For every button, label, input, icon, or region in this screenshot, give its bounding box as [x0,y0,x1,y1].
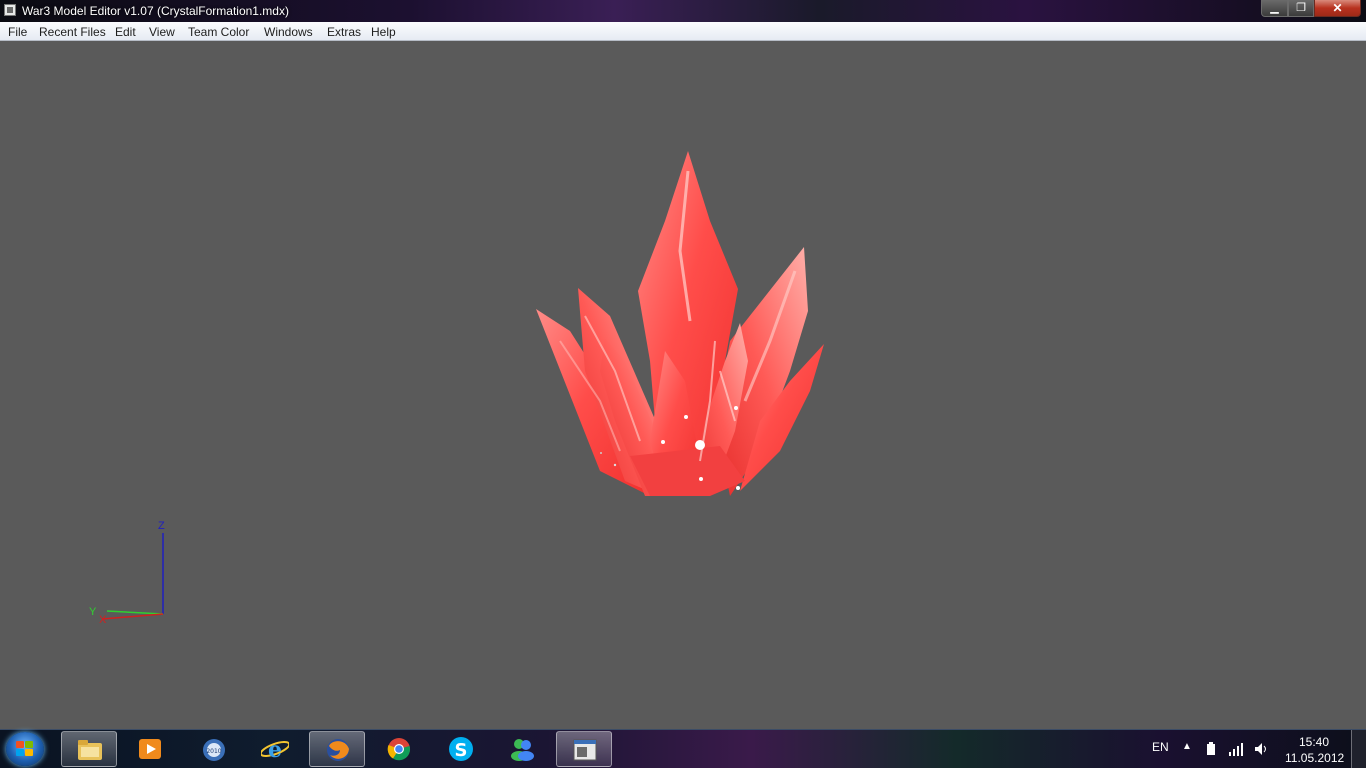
folder-icon [78,740,102,760]
menu-view[interactable]: View [149,25,175,39]
x-axis-line [101,613,164,620]
app-2010-icon: 2010 [203,739,225,761]
internet-explorer-icon: e [261,737,289,762]
menu-recent-files[interactable]: Recent Files [39,25,106,39]
svg-text:e: e [268,737,282,762]
maximize-button[interactable]: ❐ [1288,0,1314,17]
minimize-button[interactable]: ▁ [1261,0,1288,17]
y-axis-label: Y [89,606,97,618]
taskbar-app-2010[interactable]: 2010 [186,731,242,767]
network-icon[interactable] [1228,742,1244,756]
model-viewport[interactable]: Z Y X [0,41,1366,729]
taskbar-internet-explorer[interactable]: e [247,731,303,767]
clock-time[interactable]: 15:40 [1299,735,1329,749]
show-desktop-button[interactable] [1351,730,1366,768]
close-button[interactable]: ✕ [1314,0,1361,17]
taskbar-media-player[interactable] [122,731,178,767]
chrome-icon [387,738,411,761]
taskbar-firefox[interactable] [309,731,365,767]
taskbar-model-editor[interactable] [556,731,612,767]
svg-text:2010: 2010 [206,748,221,755]
volume-icon[interactable] [1254,742,1270,756]
skype-icon: S [449,737,473,761]
model-editor-icon [573,739,597,761]
menu-help[interactable]: Help [371,25,396,39]
menu-edit[interactable]: Edit [115,25,136,39]
menu-extras[interactable]: Extras [327,25,361,39]
app-icon[interactable] [4,4,16,16]
taskbar-chrome[interactable] [371,731,427,767]
taskbar-messenger[interactable] [494,731,550,767]
taskbar-skype[interactable]: S [433,731,489,767]
x-axis-label: X [99,614,107,626]
windows-flag-icon [16,741,34,757]
axis-gizmo [101,533,164,620]
window-title: War3 Model Editor v1.07 (CrystalFormatio… [22,4,289,18]
clock-date[interactable]: 11.05.2012 [1285,751,1344,765]
svg-text:S: S [455,740,468,761]
tray-expand-icon[interactable]: ▲ [1182,741,1192,752]
z-axis-label: Z [158,520,165,532]
menu-team-color[interactable]: Team Color [188,25,249,39]
menu-file[interactable]: File [8,25,27,39]
y-axis-line [106,610,164,615]
action-center-icon[interactable] [1204,742,1218,756]
taskbar: 2010 e S EN ▲ 15:40 11.05.2012 [0,729,1366,768]
viewport-scene [101,151,824,620]
media-player-icon [139,739,161,759]
messenger-icon [511,739,534,761]
language-indicator[interactable]: EN [1152,740,1169,754]
title-bar: War3 Model Editor v1.07 (CrystalFormatio… [0,0,1366,22]
menu-bar: File Recent Files Edit View Team Color W… [0,22,1366,41]
start-button[interactable] [6,732,44,766]
crystal-model [536,151,824,496]
taskbar-explorer[interactable] [61,731,117,767]
firefox-icon [327,739,349,761]
menu-windows[interactable]: Windows [264,25,313,39]
